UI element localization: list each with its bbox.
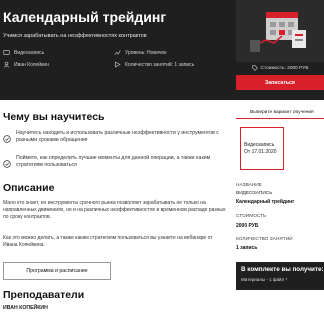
- learn-item-text: Научитесь находить и использовать различ…: [16, 130, 219, 144]
- course-title: Календарный трейдинг: [3, 9, 167, 25]
- count-label: КОЛИЧЕСТВО ЗАНЯТИЙ: [236, 237, 293, 242]
- play-icon: [114, 61, 121, 68]
- variant-card[interactable]: Видеозапись От 17.01.2020: [240, 127, 284, 170]
- calendar-chart-illustration: [236, 0, 324, 62]
- course-subtitle: Учимся зарабатывать на неэффективностях …: [3, 33, 147, 39]
- meta-lessons: Количество занятий: 1 запись: [114, 61, 194, 68]
- learn-item: Поймете, как определить лучшие моменты д…: [3, 155, 225, 169]
- course-thumbnail: [236, 0, 324, 62]
- tag-icon: [251, 65, 258, 71]
- enroll-button[interactable]: Записаться: [236, 75, 324, 90]
- description-heading: Описание: [3, 182, 55, 194]
- count-value: 1 запись: [236, 245, 258, 251]
- meta-format-text: Видеозапись: [14, 49, 45, 56]
- cost-value: 2000 РУБ: [236, 223, 259, 229]
- name-label: НАЗВАНИЕ: [236, 183, 262, 188]
- cost-label: СТОИМОСТЬ: [236, 214, 267, 219]
- name-value-title: Календарный трейдинг: [236, 199, 295, 205]
- video-icon: [3, 49, 10, 56]
- included-title: В комплекте вы получите:: [241, 266, 324, 273]
- meta-author-text: Иван Копейкин: [14, 61, 49, 68]
- meta-level-text: Уровень: Новичок: [125, 49, 167, 56]
- included-panel: В комплекте вы получите: Материалы - 1 ф…: [236, 262, 324, 290]
- check-circle-icon: [3, 130, 11, 143]
- price-line: Стоимость: 2000 РУБ: [236, 63, 324, 73]
- name-value-type: ВИДЕОЗАПИСЬ: [236, 191, 273, 196]
- teachers-heading: Преподаватели: [3, 289, 85, 301]
- variant-date: От 17.01.2020: [244, 148, 277, 155]
- included-item: Материалы - 1 файл *: [241, 277, 288, 282]
- meta-lessons-text: Количество занятий: 1 запись: [125, 61, 195, 68]
- description-paragraph: Мало кто знает, но инструменты срочного …: [3, 200, 226, 220]
- meta-author: Иван Копейкин: [3, 61, 49, 68]
- check-circle-icon: [3, 155, 11, 168]
- price-text: Стоимость: 2000 РУБ: [260, 65, 309, 71]
- user-icon: [3, 61, 10, 68]
- learn-item-text: Поймете, как определить лучшие моменты д…: [16, 155, 211, 169]
- description-paragraph: Как это можно делать, а также каким стра…: [3, 235, 213, 248]
- choose-variant-label: Выберите вариант обучения: [236, 110, 324, 119]
- meta-format: Видеозапись: [3, 49, 44, 56]
- learn-heading: Чему вы научитесь: [3, 111, 105, 123]
- teacher-name[interactable]: ИВАН КОПЕЙКИН: [3, 305, 48, 311]
- program-schedule-button[interactable]: Программа и расписание: [3, 262, 111, 280]
- learn-item: Научитесь находить и использовать различ…: [3, 130, 225, 144]
- trend-icon: [114, 49, 121, 56]
- meta-level: Уровень: Новичок: [114, 49, 166, 56]
